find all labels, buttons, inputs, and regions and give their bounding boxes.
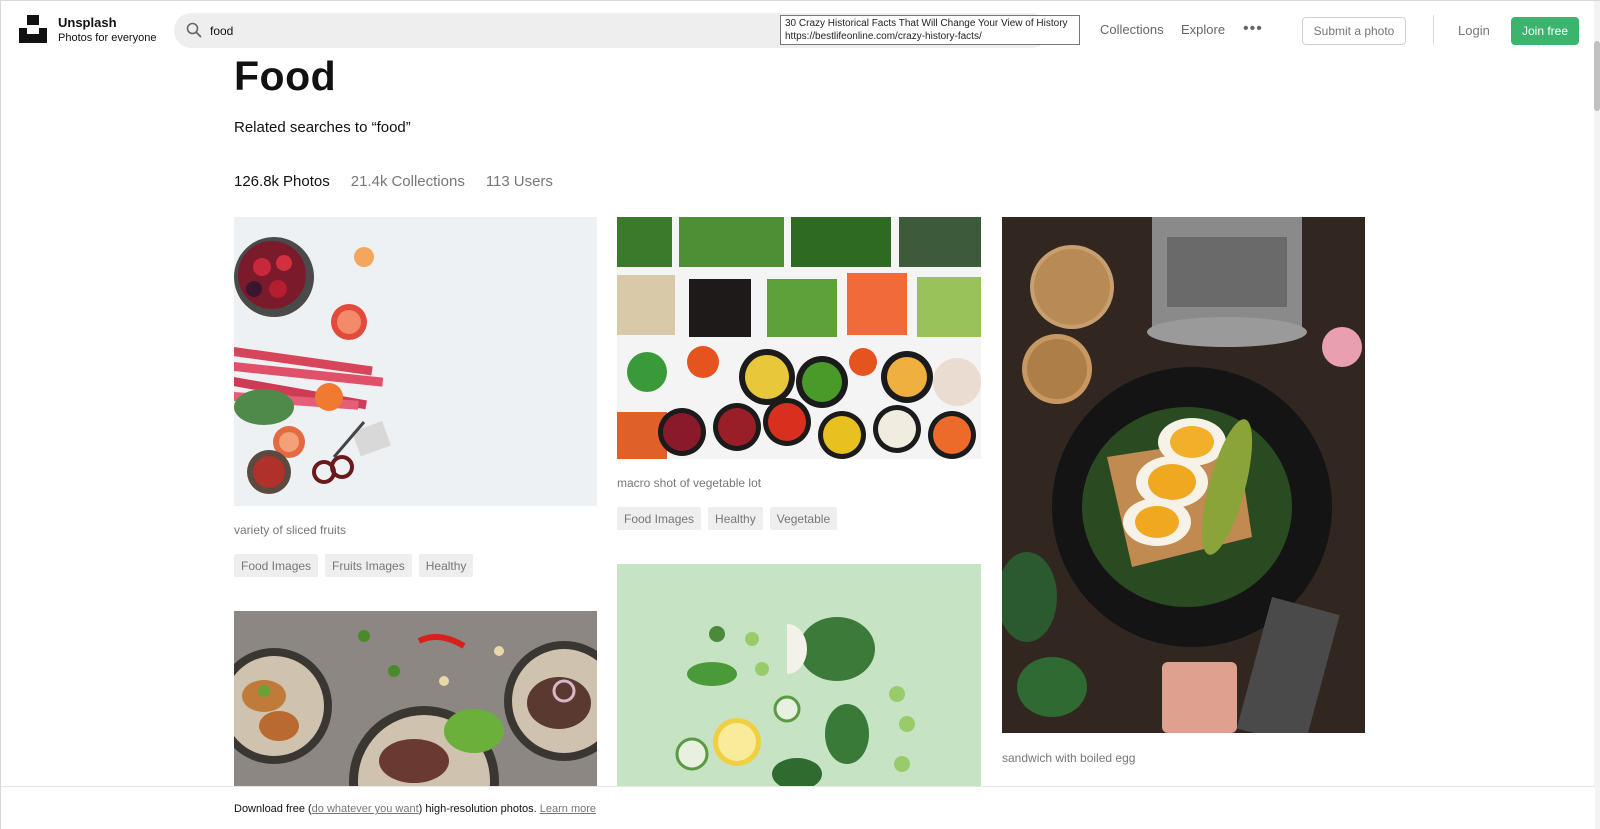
footer-prefix: Download free (: [234, 803, 312, 815]
tooltip-url: https://bestlifeonline.com/crazy-history…: [785, 31, 982, 42]
tag-food-images[interactable]: Food Images: [617, 507, 702, 530]
photo-sandwich-boiled-egg[interactable]: [1002, 217, 1365, 733]
tab-photos[interactable]: 126.8k Photos: [234, 173, 330, 190]
tab-count: 113: [485, 173, 510, 190]
photo-sliced-fruits[interactable]: [234, 217, 597, 506]
page: Unsplash Photos for everyone 30 Crazy Hi…: [0, 0, 1600, 829]
tab-label: Collections: [391, 173, 465, 190]
photo-green-flat-lay[interactable]: [617, 564, 981, 786]
tag-fruits-images[interactable]: Fruits Images: [325, 554, 412, 577]
photo-tags: Food Images Fruits Images Healthy: [234, 554, 474, 577]
more-menu-icon[interactable]: •••: [1243, 21, 1263, 37]
tag-vegetable[interactable]: Vegetable: [769, 507, 838, 530]
photo-vegetable-lot[interactable]: [617, 217, 981, 459]
nav-collections-link[interactable]: Collections: [1100, 22, 1164, 37]
submit-photo-button[interactable]: Submit a photo: [1302, 17, 1406, 45]
scrollbar-thumb[interactable]: [1594, 41, 1600, 111]
learn-more-link[interactable]: Learn more: [540, 803, 596, 815]
license-link[interactable]: do whatever you want: [312, 803, 419, 815]
top-bar: Unsplash Photos for everyone 30 Crazy Hi…: [1, 1, 1600, 59]
tab-users[interactable]: 113 Users: [486, 173, 553, 190]
related-searches-heading: Related searches to “food”: [234, 119, 411, 136]
tab-count: 126.8k: [234, 173, 280, 190]
photo-caption: variety of sliced fruits: [234, 523, 347, 537]
page-scrollbar[interactable]: [1594, 1, 1600, 829]
tab-collections[interactable]: 21.4k Collections: [351, 173, 465, 190]
photo-caption: macro shot of vegetable lot: [617, 476, 762, 490]
unsplash-logo-icon: [19, 15, 47, 43]
search-icon[interactable]: [186, 22, 202, 38]
nav-explore-link[interactable]: Explore: [1181, 22, 1225, 37]
join-free-button[interactable]: Join free: [1511, 17, 1579, 45]
footer-middle: ) high-resolution photos.: [418, 803, 537, 815]
brand-name: Unsplash: [58, 15, 117, 30]
photo-caption: sandwich with boiled egg: [1002, 751, 1136, 765]
results-tabs: 126.8k Photos 21.4k Collections 113 Users: [234, 173, 574, 190]
tag-food-images[interactable]: Food Images: [234, 554, 319, 577]
tab-label: Users: [513, 173, 553, 190]
tag-healthy[interactable]: Healthy: [708, 507, 763, 530]
footer-text: Download free (do whatever you want) hig…: [234, 803, 596, 815]
tooltip-title: 30 Crazy Historical Facts That Will Chan…: [785, 18, 1068, 29]
unsplash-logo[interactable]: Unsplash Photos for everyone: [19, 15, 156, 46]
footer-bar: Download free (do whatever you want) hig…: [1, 786, 1595, 829]
tag-healthy[interactable]: Healthy: [418, 554, 474, 577]
header-divider: [1433, 15, 1434, 45]
photo-meat-plates[interactable]: [234, 611, 597, 786]
page-title: Food: [234, 53, 337, 99]
link-tooltip: 30 Crazy Historical Facts That Will Chan…: [780, 15, 1080, 45]
brand-tagline: Photos for everyone: [58, 32, 157, 44]
tab-count: 21.4k: [350, 173, 388, 190]
photo-tags: Food Images Healthy Vegetable: [617, 507, 838, 530]
search-input[interactable]: [210, 13, 770, 48]
tab-label: Photos: [283, 173, 330, 190]
login-link[interactable]: Login: [1458, 23, 1490, 38]
